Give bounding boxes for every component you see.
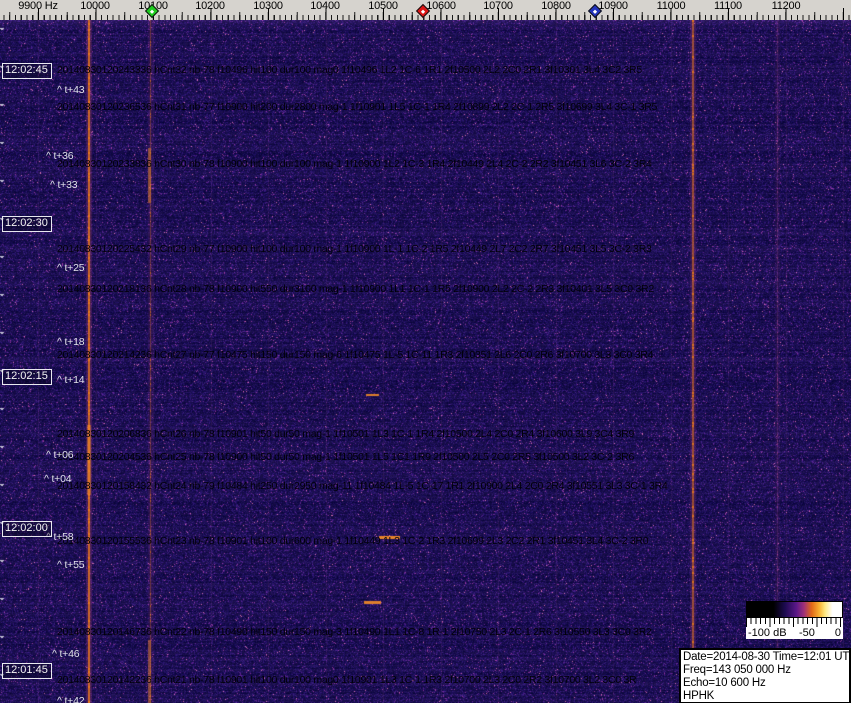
ruler-frequency-label: 10200 [195, 0, 225, 12]
db-gradient-bar [746, 601, 843, 618]
ruler-frequency-label: 10600 [426, 0, 456, 12]
info-station-id: HPHK [683, 690, 715, 702]
ruler-frequency-label: 11200 [771, 0, 801, 12]
db-scale-ruler: -100 dB -50 0 [746, 618, 843, 639]
db-label-min: -100 dB [748, 627, 787, 639]
info-date-time: Date=2014-08-30 Time=12:01 UTC [683, 651, 851, 663]
ruler-frequency-label: 10700 [483, 0, 513, 12]
diamond-core-dot [149, 8, 155, 14]
ruler-frequency-label: 10400 [310, 0, 340, 12]
ruler-frequency-label: 10300 [253, 0, 283, 12]
info-frequency: Freq=143 050 000 Hz [683, 664, 791, 676]
db-scale-major-ticks [746, 618, 843, 627]
diamond-core-dot [592, 8, 598, 14]
db-scale-legend: -100 dB -50 0 [746, 601, 843, 639]
info-echo: Echo=10 600 Hz [683, 677, 766, 689]
diamond-core-dot [420, 8, 426, 14]
db-label-max: 0 [834, 627, 841, 639]
ruler-frequency-label: 9900 Hz [18, 0, 58, 12]
ruler-frequency-label: 10500 [368, 0, 398, 12]
db-label-mid: -50 [799, 627, 815, 639]
status-info-box: Date=2014-08-30 Time=12:01 UTC Freq=143 … [679, 648, 851, 703]
spectrogram-area[interactable] [0, 20, 851, 703]
spectrogram-window: 9900 Hz100001010010200103001040010500106… [0, 0, 851, 703]
ruler-frequency-label: 11100 [714, 0, 742, 12]
ruler-frequency-label: 10000 [80, 0, 110, 12]
spectrogram-canvas[interactable] [0, 20, 851, 703]
ruler-frequency-label: 10900 [598, 0, 628, 12]
ruler-frequency-label: 10800 [541, 0, 571, 12]
frequency-ruler[interactable]: 9900 Hz100001010010200103001040010500106… [0, 0, 851, 20]
ruler-frequency-label: 11000 [656, 0, 686, 12]
